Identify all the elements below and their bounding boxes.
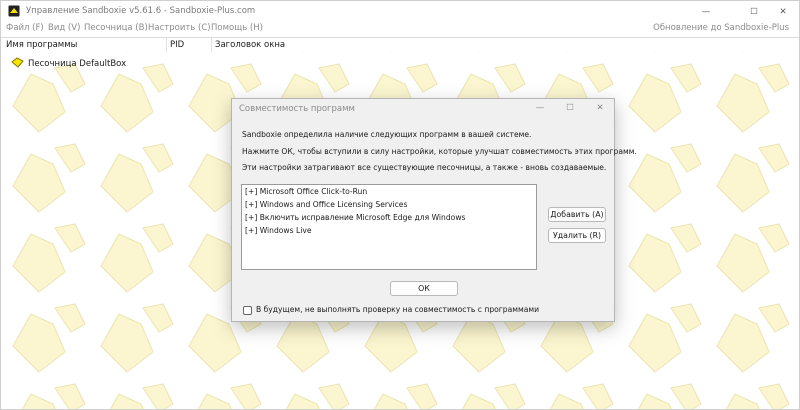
sandbox-icon	[11, 57, 24, 71]
dialog-minimize-button[interactable]: —	[528, 101, 552, 115]
column-program-name[interactable]: Имя программы	[6, 40, 77, 50]
main-window: Управление Sandboxie v5.61.6 - Sandboxie…	[0, 0, 800, 410]
title-bar: Управление Sandboxie v5.61.6 - Sandboxie…	[1, 1, 799, 22]
column-window-title[interactable]: Заголовок окна	[215, 40, 285, 50]
list-item[interactable]: [+] Включить исправление Microsoft Edge …	[245, 213, 466, 222]
list-item-sandbox[interactable]: Песочница DefaultBox	[11, 57, 126, 71]
compatibility-dialog: Совместимость программ — ☐ ✕ Sandboxie о…	[231, 98, 637, 322]
dialog-message-line-2: Нажмите ОК, чтобы вступили в силу настро…	[242, 147, 637, 156]
dialog-message-line-1: Sandboxie определила наличие следующих п…	[242, 130, 532, 139]
dialog-close-button[interactable]: ✕	[588, 101, 612, 115]
table-header: Имя программы PID Заголовок окна	[1, 37, 799, 53]
close-button[interactable]: ✕	[765, 1, 799, 22]
ok-button[interactable]: ОК	[390, 281, 458, 296]
remove-button[interactable]: Удалить (R)	[548, 228, 606, 243]
sandboxie-app-icon	[8, 5, 20, 17]
window-title: Управление Sandboxie v5.61.6 - Sandboxie…	[26, 6, 256, 16]
dialog-title: Совместимость программ	[239, 104, 355, 114]
sandbox-name: Песочница DefaultBox	[28, 59, 127, 69]
column-divider[interactable]	[166, 38, 167, 52]
upgrade-link[interactable]: Обновление до Sandboxie-Plus	[653, 23, 789, 33]
list-item[interactable]: [+] Windows and Office Licensing Service…	[245, 200, 407, 209]
column-pid[interactable]: PID	[170, 40, 184, 50]
menu-help[interactable]: Помощь (H)	[211, 23, 263, 33]
skip-compat-check-label[interactable]: В будущем, не выполнять проверку на совм…	[256, 305, 539, 314]
menu-sandbox[interactable]: Песочница (B)	[84, 23, 148, 33]
menu-view[interactable]: Вид (V)	[48, 23, 80, 33]
add-button[interactable]: Добавить (А)	[548, 207, 606, 222]
dialog-maximize-button[interactable]: ☐	[558, 101, 582, 115]
skip-compat-check-checkbox[interactable]	[243, 306, 252, 315]
list-item[interactable]: [+] Microsoft Office Click-to-Run	[245, 187, 367, 196]
compatibility-list[interactable]: [+] Microsoft Office Click-to-Run [+] Wi…	[241, 184, 537, 270]
menu-file[interactable]: Файл (F)	[6, 23, 44, 33]
menu-configure[interactable]: Настроить (C)	[148, 23, 211, 33]
column-divider[interactable]	[211, 38, 212, 52]
minimize-button[interactable]: —	[688, 1, 724, 22]
list-item[interactable]: [+] Windows Live	[245, 226, 312, 235]
dialog-message-line-3: Эти настройки затрагивают все существующ…	[242, 163, 607, 172]
